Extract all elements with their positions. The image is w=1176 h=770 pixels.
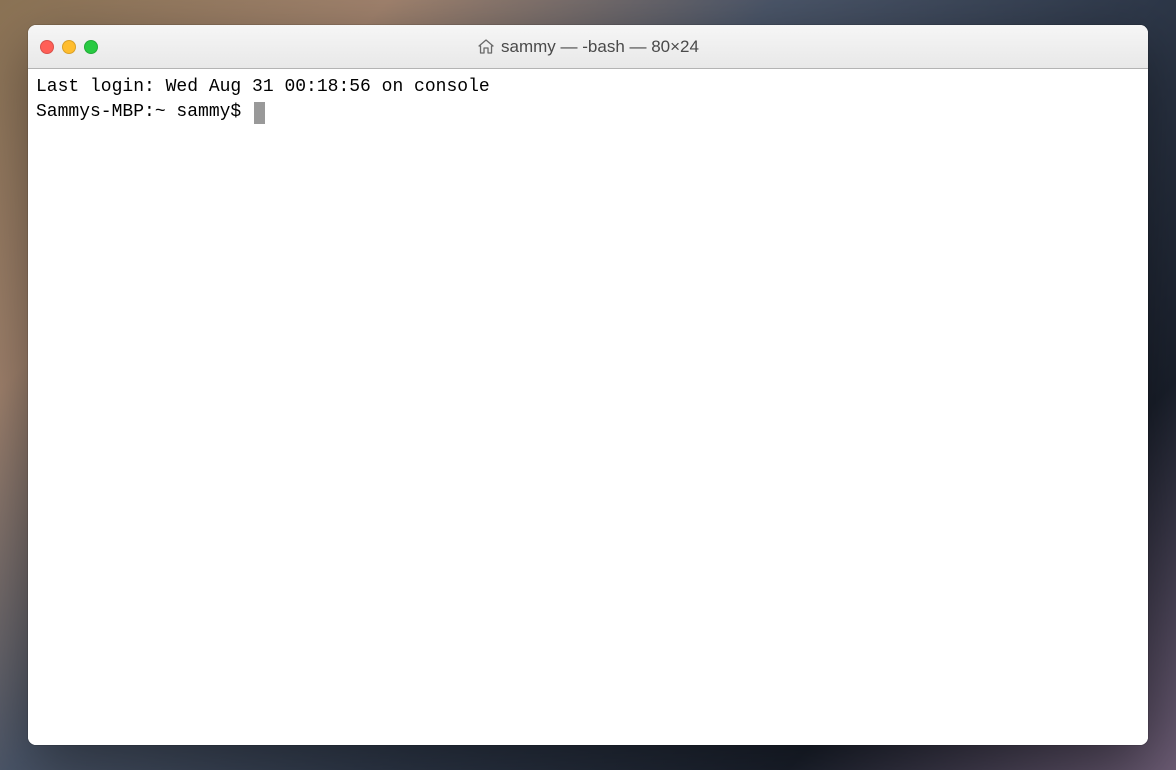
traffic-lights <box>40 40 98 54</box>
maximize-button[interactable] <box>84 40 98 54</box>
terminal-window: sammy — -bash — 80×24 Last login: Wed Au… <box>28 25 1148 745</box>
minimize-button[interactable] <box>62 40 76 54</box>
cursor <box>254 102 265 124</box>
window-title: sammy — -bash — 80×24 <box>501 37 699 57</box>
terminal-body[interactable]: Last login: Wed Aug 31 00:18:56 on conso… <box>28 69 1148 745</box>
last-login-line: Last login: Wed Aug 31 00:18:56 on conso… <box>36 75 1140 100</box>
window-title-container: sammy — -bash — 80×24 <box>477 37 699 57</box>
close-button[interactable] <box>40 40 54 54</box>
prompt-line: Sammys-MBP:~ sammy$ <box>36 100 1140 125</box>
titlebar[interactable]: sammy — -bash — 80×24 <box>28 25 1148 69</box>
shell-prompt: Sammys-MBP:~ sammy$ <box>36 100 252 125</box>
home-icon <box>477 38 495 56</box>
